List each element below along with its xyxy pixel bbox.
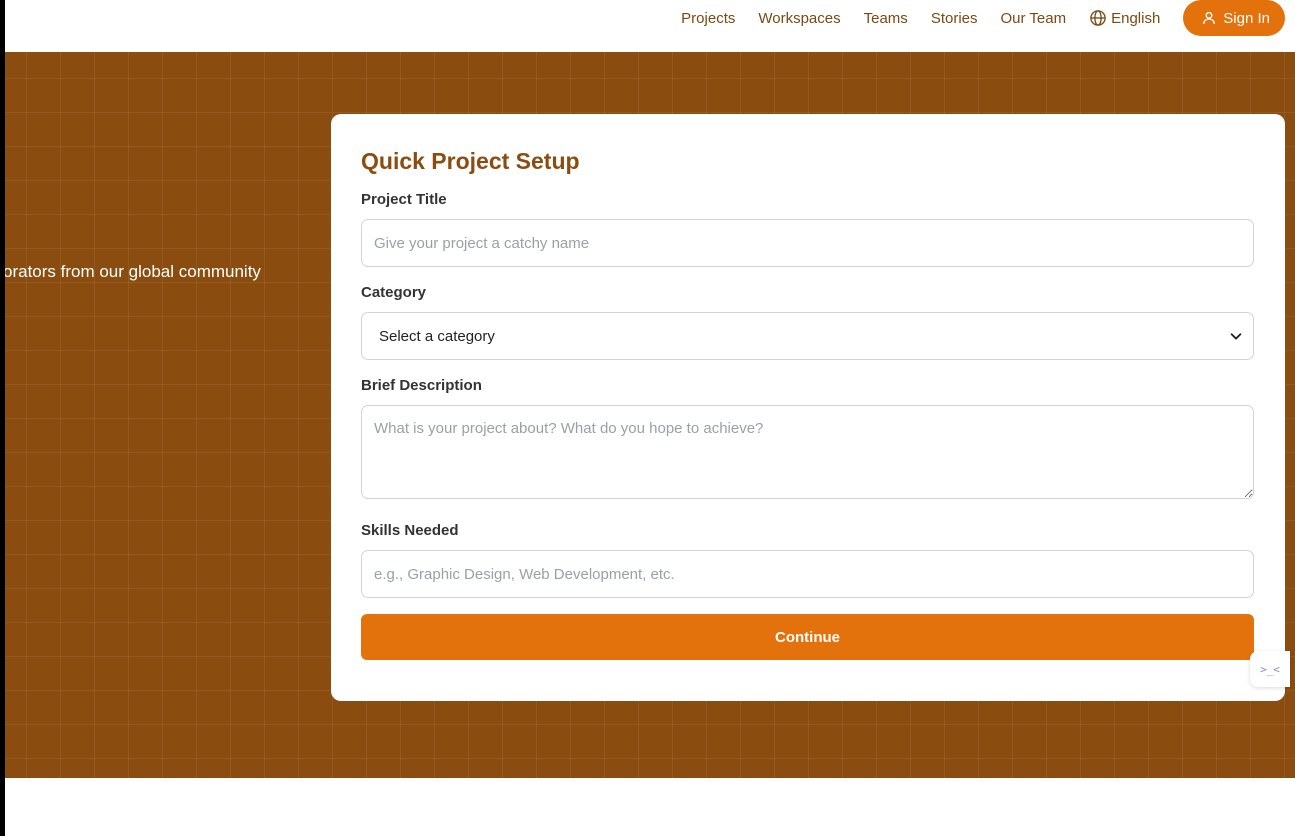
hero-subtitle: orators from our global community: [5, 262, 261, 281]
category-select[interactable]: Select a category: [361, 312, 1254, 360]
nav-link-teams[interactable]: Teams: [864, 10, 908, 27]
chevron-down-icon: [1230, 333, 1242, 340]
continue-button[interactable]: Continue: [361, 614, 1254, 660]
sign-in-label: Sign In: [1223, 9, 1270, 27]
skills-label: Skills Needed: [361, 522, 459, 539]
form-title: Quick Project Setup: [361, 148, 580, 174]
description-label: Brief Description: [361, 377, 482, 394]
language-selector[interactable]: English: [1089, 9, 1160, 27]
nav-link-projects[interactable]: Projects: [681, 10, 735, 27]
side-widget-tab[interactable]: >_<: [1250, 651, 1290, 687]
description-textarea[interactable]: [361, 405, 1254, 499]
nav-links: Projects Workspaces Teams Stories Our Te…: [681, 0, 1285, 36]
language-label: English: [1111, 9, 1161, 27]
category-selected-value: Select a category: [379, 327, 495, 345]
project-title-input[interactable]: [361, 219, 1254, 267]
user-icon: [1203, 11, 1216, 25]
nav-link-stories[interactable]: Stories: [931, 10, 978, 27]
window-edge: [0, 0, 5, 836]
side-widget-glyph: >_<: [1260, 662, 1280, 676]
skills-input[interactable]: [361, 550, 1254, 598]
nav-link-our-team[interactable]: Our Team: [1001, 10, 1067, 27]
project-setup-card: Quick Project Setup Project Title Catego…: [331, 114, 1285, 701]
globe-icon: [1090, 10, 1106, 26]
hero-section: orators from our global community Quick …: [5, 52, 1295, 778]
sign-in-button[interactable]: Sign In: [1183, 0, 1285, 36]
page: Projects Workspaces Teams Stories Our Te…: [0, 0, 1295, 836]
category-label: Category: [361, 284, 427, 301]
project-title-label: Project Title: [361, 191, 447, 208]
top-navigation: Projects Workspaces Teams Stories Our Te…: [5, 0, 1295, 52]
nav-link-workspaces[interactable]: Workspaces: [758, 10, 840, 27]
